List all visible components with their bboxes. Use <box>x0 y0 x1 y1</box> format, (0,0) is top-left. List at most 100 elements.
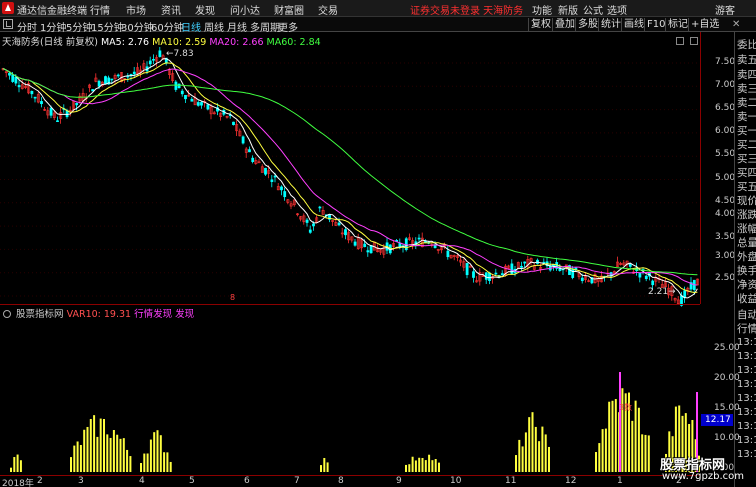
indicator-tick: 15.00 <box>714 403 740 413</box>
candle-body <box>116 74 120 77</box>
indicator-bar <box>604 428 607 472</box>
candle-body <box>177 83 181 89</box>
indicator-name[interactable]: 股票指标网 <box>16 309 64 320</box>
tool-diejia[interactable]: 叠加 <box>552 18 577 31</box>
side-ask2: 卖二 <box>737 97 756 109</box>
side-ask4: 卖四 <box>737 69 756 81</box>
date-tick: 12 <box>565 476 577 486</box>
menu-wenxiaoda[interactable]: 问小达 <box>230 2 260 17</box>
formula-button[interactable]: 公式 <box>583 2 603 17</box>
candle-body <box>651 280 655 286</box>
price-tick: 4.50 <box>715 196 736 206</box>
indicator-bar <box>521 446 524 472</box>
side-hangqing[interactable]: 行情 <box>737 321 756 336</box>
menu-jiaoyi[interactable]: 交易 <box>318 2 338 17</box>
indicator-bar <box>614 399 617 472</box>
side-ask1: 卖一 <box>737 111 756 123</box>
indicator-bar <box>534 426 537 472</box>
indicator-bar <box>112 430 115 472</box>
candle-body <box>308 229 312 233</box>
tool-zixuan[interactable]: +自选 <box>688 18 721 31</box>
date-tick: 2 <box>37 476 43 486</box>
candle-body <box>91 89 95 92</box>
signal-bar <box>619 372 621 472</box>
kline-chart[interactable]: ←7.83 2.21→ 8 3数 <box>0 32 700 487</box>
close-icon[interactable]: ✕ <box>730 18 742 31</box>
indicator-settings-icon[interactable] <box>3 310 11 318</box>
tool-huaxian[interactable]: 画线 <box>621 18 646 31</box>
menu-shichang[interactable]: 市场 <box>126 2 146 17</box>
price-tick: 4.00 <box>715 209 736 219</box>
side-change: 涨跌 <box>737 209 756 221</box>
indicator-bar <box>143 453 146 472</box>
menu-zixun[interactable]: 资讯 <box>161 2 181 17</box>
candle-body <box>520 265 523 268</box>
side-bid5: 买五 <box>737 181 756 193</box>
indicator-tick: 25.00 <box>714 343 740 353</box>
minimize-icon[interactable] <box>676 37 684 45</box>
candle-body <box>75 102 79 106</box>
candle-body <box>580 277 584 282</box>
tool-tongji[interactable]: 统计 <box>598 18 623 31</box>
high-price-label: ←7.83 <box>166 49 194 59</box>
date-tick: 7 <box>294 476 300 486</box>
candle-body <box>270 179 274 182</box>
indicator-bar <box>76 441 79 472</box>
indicator-bar <box>106 434 109 472</box>
indicator-bar <box>99 418 102 472</box>
side-auto[interactable]: 自动 <box>737 307 756 322</box>
tool-f10[interactable]: F10 <box>644 18 667 31</box>
candle-body <box>571 268 575 278</box>
side-bid2: 买二 <box>737 139 756 151</box>
menu-caifuquan[interactable]: 财富圈 <box>274 2 304 17</box>
menu-hangqing[interactable]: 行情 <box>90 2 110 17</box>
candle-body <box>200 102 203 106</box>
ma10-line <box>2 62 698 294</box>
date-tick: 11 <box>505 476 517 486</box>
tool-biaoji[interactable]: 标记 <box>665 18 690 31</box>
indicator-bar <box>421 457 424 472</box>
options-button[interactable]: 选项 <box>607 2 627 17</box>
maximize-icon[interactable] <box>690 37 698 45</box>
indicator-link-faxian[interactable]: 发现 <box>175 309 194 320</box>
indicator-bar <box>601 429 604 472</box>
indicator-header: 股票指标网 VAR10: 19.31 行情发现 发现 <box>0 304 700 320</box>
candle-body <box>104 76 107 85</box>
func-button[interactable]: 功能 <box>532 2 552 17</box>
indicator-bar <box>431 460 434 472</box>
tool-fuquan[interactable]: 复权 <box>528 18 553 31</box>
tick-time: 13:14 <box>737 449 756 460</box>
side-ask5: 卖五 <box>737 54 756 66</box>
candle-body <box>132 71 136 75</box>
indicator-bar <box>598 443 601 472</box>
indicator-bar <box>169 461 172 472</box>
newver-button[interactable]: 新版 <box>558 2 578 17</box>
indicator-bar <box>129 456 132 472</box>
app-logo-icon <box>2 2 14 14</box>
date-tick: 9 <box>396 476 402 486</box>
date-tick: 6 <box>244 476 250 486</box>
candle-body <box>472 271 475 278</box>
indicator-bar <box>86 426 89 472</box>
candle-body <box>446 250 450 258</box>
candle-body <box>17 85 21 88</box>
login-status[interactable]: 证券交易未登录 天海防务 <box>410 2 523 17</box>
ma5-value: MA5: 2.76 <box>100 37 150 48</box>
indicator-bar <box>103 418 105 472</box>
period-toolbar: 分时 1分钟 5分钟 15分钟 30分钟 60分钟 日线 周线 月线 多周期 更… <box>0 17 756 34</box>
indicator-bar <box>414 460 417 472</box>
price-tick: 6.50 <box>715 103 736 113</box>
guest-label[interactable]: 游客 <box>715 2 735 17</box>
side-earnings: 收益 <box>737 293 756 305</box>
side-bid1: 买一 <box>737 125 756 137</box>
price-tick: 3.00 <box>715 251 736 261</box>
indicator-bar <box>631 420 634 472</box>
indicator-link-hangqing[interactable]: 行情发现 <box>134 309 172 320</box>
indicator-bar <box>411 456 414 472</box>
tool-duogu[interactable]: 多股 <box>575 18 600 31</box>
indicator-bar <box>163 452 166 472</box>
menu-faxian[interactable]: 发现 <box>195 2 215 17</box>
candle-body <box>14 76 18 84</box>
candle-body <box>148 60 152 65</box>
chart-icon[interactable] <box>3 19 13 29</box>
